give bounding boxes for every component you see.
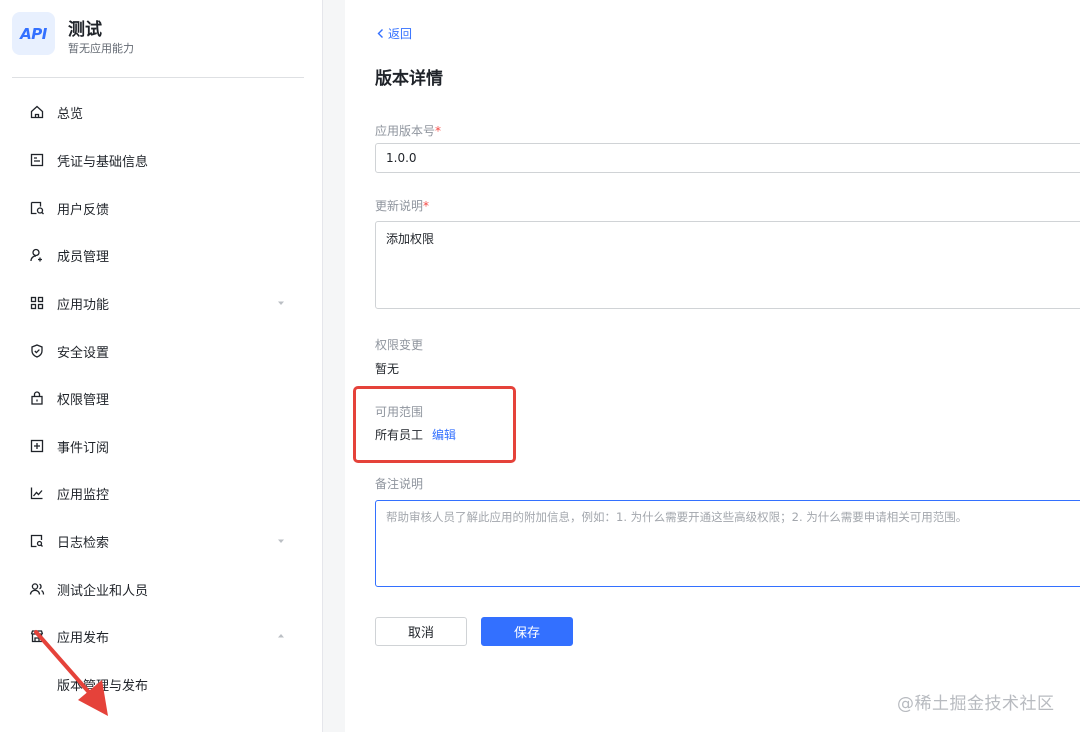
sidebar-item-label: 凭证与基础信息 [57, 154, 149, 170]
shield-icon [29, 343, 45, 359]
sidebar-item-credentials[interactable]: 凭证与基础信息 [0, 140, 322, 180]
required-mark: * [435, 124, 442, 138]
version-input[interactable]: 1.0.0 [375, 143, 1080, 173]
sidebar-item-monitoring[interactable]: 应用监控 [0, 473, 322, 513]
update-notes-label-text: 更新说明 [375, 199, 424, 213]
sidebar-item-label: 应用监控 [57, 487, 110, 503]
permission-change-label: 权限变更 [375, 338, 424, 352]
sidebar-item-log-search[interactable]: 日志检索 [0, 521, 322, 561]
users-icon [29, 581, 45, 597]
caret-down-icon [276, 536, 286, 546]
save-button[interactable]: 保存 [481, 617, 573, 646]
sidebar-item-members[interactable]: 成员管理 [0, 235, 322, 275]
page-title: 版本详情 [375, 69, 443, 89]
version-label-text: 应用版本号 [375, 124, 436, 138]
log-search-icon [29, 533, 45, 549]
permission-change-value: 暂无 [375, 362, 400, 376]
caret-up-icon [276, 631, 286, 641]
chart-icon [29, 485, 45, 501]
sidebar-item-label: 安全设置 [57, 345, 110, 361]
sidebar-item-overview[interactable]: 总览 [0, 92, 322, 132]
sidebar-item-event-subscription[interactable]: 事件订阅 [0, 426, 322, 466]
remarks-label: 备注说明 [375, 477, 424, 491]
back-label: 返回 [388, 27, 413, 41]
grid-icon [29, 295, 45, 311]
app-name: 测试 [68, 20, 102, 40]
chevron-left-icon [377, 29, 383, 38]
sidebar-item-label: 测试企业和人员 [57, 583, 149, 599]
sidebar-item-label: 日志检索 [57, 535, 110, 551]
sidebar-item-label: 应用功能 [57, 297, 110, 313]
content-gutter [323, 0, 345, 732]
home-icon [29, 104, 45, 120]
cancel-button[interactable]: 取消 [375, 617, 467, 646]
annotation-highlight-box [353, 386, 516, 463]
credential-icon [29, 152, 45, 168]
app-header: API 测试 暂无应用能力 [12, 12, 304, 78]
sidebar-item-app-features[interactable]: 应用功能 [0, 283, 322, 323]
annotation-arrow-icon [34, 630, 108, 716]
sidebar-item-label: 总览 [57, 106, 84, 122]
sidebar: API 测试 暂无应用能力 总览 凭证与基础信息 用户反馈 成员管理 应用功能 [0, 0, 323, 732]
required-mark: * [423, 199, 430, 213]
app-subtitle: 暂无应用能力 [68, 42, 134, 55]
lock-icon [29, 390, 45, 406]
sidebar-item-label: 成员管理 [57, 249, 110, 265]
member-icon [29, 247, 45, 263]
sidebar-item-label: 事件订阅 [57, 440, 110, 456]
feedback-icon [29, 200, 45, 216]
back-link[interactable]: 返回 [376, 25, 412, 42]
version-label: 应用版本号* [375, 122, 441, 139]
remarks-textarea[interactable]: 帮助审核人员了解此应用的附加信息，例如：1. 为什么需要开通这些高级权限；2. … [375, 500, 1080, 587]
sidebar-item-label: 用户反馈 [57, 202, 110, 218]
update-notes-textarea[interactable]: 添加权限 [375, 221, 1080, 309]
watermark: @稀土掘金技术社区 [897, 694, 1055, 714]
sidebar-item-permissions[interactable]: 权限管理 [0, 378, 322, 418]
sidebar-item-label: 权限管理 [57, 392, 110, 408]
app-logo: API [12, 12, 55, 55]
sidebar-item-feedback[interactable]: 用户反馈 [0, 188, 322, 228]
caret-down-icon [276, 298, 286, 308]
sidebar-item-test-org[interactable]: 测试企业和人员 [0, 569, 322, 609]
update-notes-label: 更新说明* [375, 197, 429, 214]
sidebar-item-security[interactable]: 安全设置 [0, 331, 322, 371]
plus-square-icon [29, 438, 45, 454]
